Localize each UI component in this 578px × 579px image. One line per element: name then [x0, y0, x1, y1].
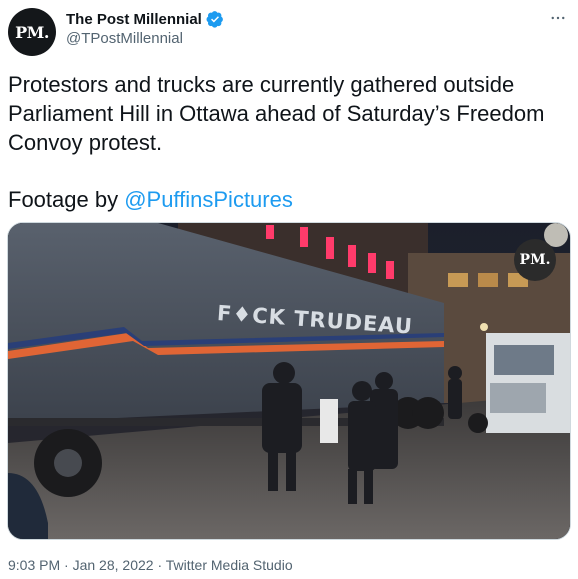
footage-credit: Footage by @PuffinsPictures [8, 185, 568, 214]
name-row: The Post Millennial [66, 9, 224, 29]
meta-separator: · [153, 557, 166, 573]
tweet-time[interactable]: 9:03 PM [8, 557, 60, 573]
tweet-body: Protestors and trucks are currently gath… [8, 72, 545, 155]
verified-badge-icon [206, 10, 224, 28]
watermark-logo: PM. [514, 239, 556, 281]
handle[interactable]: @TPostMillennial [66, 30, 224, 47]
tweet-date[interactable]: Jan 28, 2022 [73, 557, 154, 573]
tweet-text: Protestors and trucks are currently gath… [8, 70, 568, 214]
footage-prefix: Footage by [8, 187, 125, 212]
author-block: The Post Millennial @TPostMillennial [66, 9, 224, 47]
display-name[interactable]: The Post Millennial [66, 11, 202, 28]
tweet-source[interactable]: Twitter Media Studio [166, 557, 293, 573]
more-icon[interactable] [548, 8, 568, 28]
watermark-text: PM. [519, 252, 551, 268]
tweet-meta: 9:03 PM · Jan 28, 2022 · Twitter Media S… [8, 557, 293, 573]
avatar-text: PM. [15, 22, 49, 42]
video-frame [8, 223, 570, 539]
meta-separator: · [60, 557, 73, 573]
mention-link[interactable]: @PuffinsPictures [124, 187, 293, 212]
media-video[interactable]: F♦CK TRUDEAU PM. [7, 222, 571, 540]
avatar[interactable]: PM. [8, 8, 56, 56]
